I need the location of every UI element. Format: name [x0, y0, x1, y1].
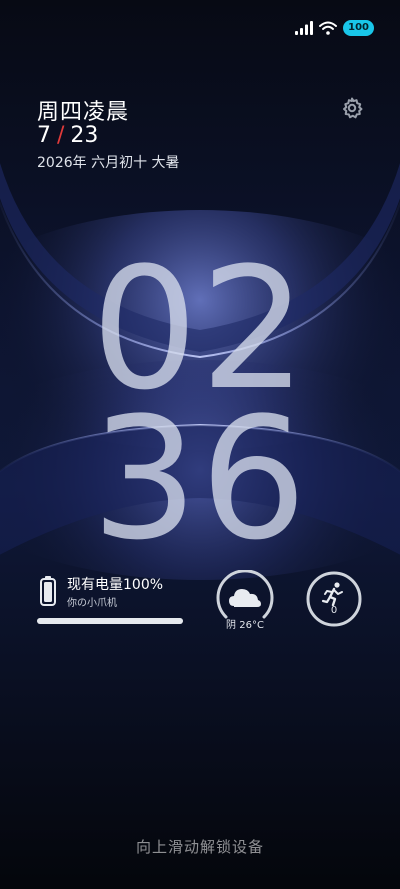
- date-day: 23: [70, 123, 99, 148]
- battery-badge: 100: [343, 20, 374, 36]
- battery-progress-fill: [37, 618, 183, 624]
- unlock-hint[interactable]: 向上滑动解锁设备: [0, 836, 400, 857]
- steps-count: 0: [330, 605, 338, 616]
- battery-icon: [40, 576, 56, 606]
- status-bar: 100: [295, 18, 374, 38]
- date-separator: /: [57, 123, 65, 148]
- lunar-date: 2026年 六月初十 大暑: [37, 155, 180, 171]
- clock-minutes: 36: [91, 381, 309, 577]
- cloud-icon: [229, 589, 261, 607]
- steps-ring: [306, 571, 362, 627]
- weather-label: 阴 26°C: [226, 620, 264, 631]
- wifi-icon: [319, 21, 338, 35]
- signal-icon: [295, 21, 314, 35]
- weather-widget[interactable]: 阴 26°C: [215, 569, 275, 631]
- battery-progress-bar: [37, 618, 183, 624]
- weekday-label: 周四凌晨: [37, 100, 130, 125]
- steps-widget[interactable]: 0: [305, 570, 363, 628]
- battery-device-name: 你の小爪机: [67, 598, 117, 609]
- date-label: 7/23: [37, 123, 98, 148]
- running-icon: [321, 582, 343, 607]
- gear-icon[interactable]: [340, 96, 364, 120]
- date-month: 7: [37, 123, 51, 148]
- battery-title: 现有电量100%: [67, 577, 164, 593]
